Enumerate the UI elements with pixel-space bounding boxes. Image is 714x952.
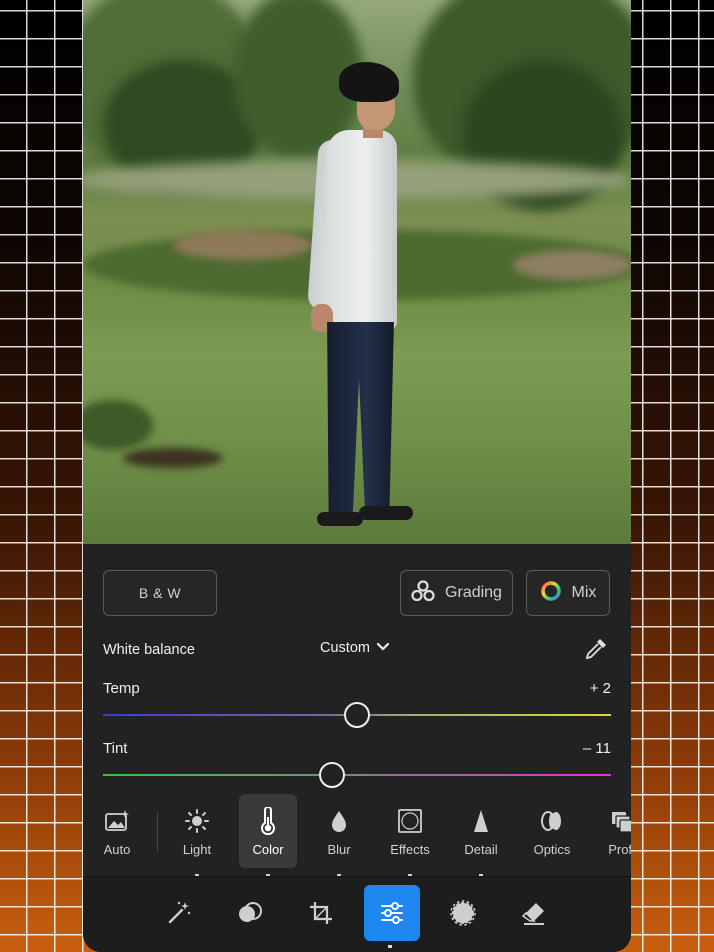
color-wheel-icon [540, 580, 562, 607]
tool-detail[interactable]: Detail [452, 794, 510, 868]
edit-tool-tabs: Auto Light Color Blur Effects Detail Opt… [83, 794, 631, 877]
tool-effects-label: Effects [390, 842, 430, 857]
chevron-down-icon [376, 640, 390, 656]
tint-slider-track[interactable] [103, 774, 611, 776]
bw-label: B & W [138, 585, 182, 601]
tool-blur[interactable]: Blur [310, 794, 368, 868]
magic-wand-icon[interactable] [151, 885, 207, 941]
droplet-icon [329, 806, 349, 836]
bottom-toolbar [83, 876, 631, 952]
grading-icon [411, 579, 435, 607]
tool-auto[interactable]: Auto [88, 794, 146, 868]
grading-label: Grading [445, 584, 502, 601]
editor-screen: B & W Grading Mix White balance Custom T… [83, 0, 631, 952]
white-balance-dropdown[interactable]: Custom [320, 640, 390, 656]
remix-icon[interactable] [222, 885, 278, 941]
temp-slider-thumb[interactable] [344, 702, 370, 728]
person-subject [283, 60, 423, 540]
tool-color[interactable]: Color [239, 794, 297, 868]
grading-button[interactable]: Grading [400, 570, 513, 616]
lens-icon [539, 806, 565, 836]
tool-divider [157, 812, 158, 852]
masking-icon[interactable] [435, 885, 491, 941]
sun-icon [184, 806, 210, 836]
eraser-icon[interactable] [506, 885, 562, 941]
active-indicator-dot [388, 945, 392, 948]
auto-photo-icon [104, 806, 130, 836]
thermometer-icon [258, 806, 278, 836]
tool-profiles[interactable]: Profil [594, 794, 631, 868]
tint-value: – 11 [582, 740, 611, 757]
tool-profiles-label: Profil [608, 842, 631, 857]
tool-auto-label: Auto [103, 842, 131, 857]
eyedropper-icon[interactable] [583, 636, 609, 667]
vignette-icon [397, 806, 423, 836]
bw-button[interactable]: B & W [103, 570, 217, 616]
mix-button[interactable]: Mix [526, 570, 610, 616]
mix-label: Mix [571, 584, 597, 601]
tool-light-label: Light [182, 842, 212, 857]
profiles-icon [610, 806, 631, 836]
photo-preview[interactable] [83, 0, 631, 544]
sliders-icon[interactable] [364, 885, 420, 941]
temp-label: Temp [103, 680, 140, 697]
tool-color-label: Color [252, 842, 284, 857]
tint-label: Tint [103, 740, 128, 757]
tool-optics[interactable]: Optics [523, 794, 581, 868]
temp-value: + 2 [589, 680, 611, 697]
triangle-icon [471, 806, 491, 836]
tool-effects[interactable]: Effects [381, 794, 439, 868]
tool-optics-label: Optics [533, 842, 571, 857]
white-balance-label: White balance [103, 642, 195, 658]
white-balance-value: Custom [320, 640, 370, 656]
tool-detail-label: Detail [464, 842, 498, 857]
tool-blur-label: Blur [327, 842, 351, 857]
tint-slider-thumb[interactable] [318, 762, 345, 788]
tool-light[interactable]: Light [168, 794, 226, 868]
crop-icon[interactable] [293, 885, 349, 941]
